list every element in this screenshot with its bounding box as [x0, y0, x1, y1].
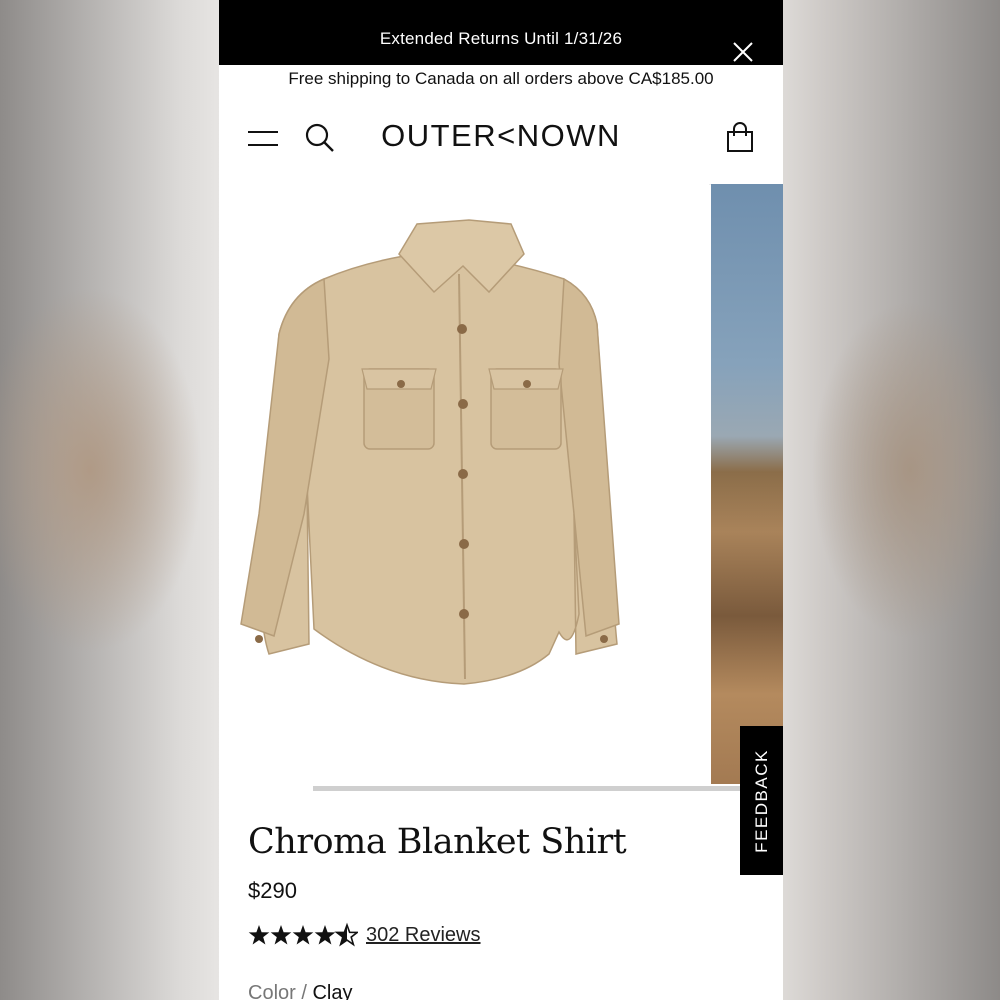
promo-text: Extended Returns Until 1/31/26 [379, 29, 623, 48]
color-selector: Color / Clay [248, 982, 352, 1000]
lifestyle-image[interactable] [711, 184, 783, 784]
search-icon[interactable] [304, 122, 336, 154]
color-label: Color / [248, 982, 307, 1000]
feedback-button[interactable]: FEEDBACK [740, 726, 783, 875]
promo-banner: Extended Returns Until 1/31/26 [219, 0, 783, 65]
feedback-label: FEEDBACK [751, 748, 771, 853]
menu-icon[interactable] [247, 127, 279, 151]
brand-logo[interactable]: OUTER<NOWN [369, 118, 633, 154]
close-icon[interactable] [731, 40, 755, 64]
product-title: Chroma Blanket Shirt [248, 822, 627, 862]
phone-screen: Extended Returns Until 1/31/26 Free ship… [219, 0, 783, 1000]
product-image[interactable] [219, 184, 709, 784]
gallery-scrollbar[interactable] [313, 786, 741, 791]
shipping-notice: Free shipping to Canada on all orders ab… [288, 69, 714, 88]
product-gallery[interactable] [219, 184, 783, 784]
star-icon [248, 925, 270, 945]
reviews-link[interactable]: 302 Reviews [366, 924, 481, 947]
bag-icon[interactable] [724, 122, 756, 154]
color-value: Clay [312, 982, 353, 1000]
product-price: $290 [248, 878, 297, 903]
star-icon [270, 925, 292, 945]
star-icon [292, 925, 314, 945]
gallery-scrollbar-thumb[interactable] [313, 786, 741, 791]
site-header: OUTER<NOWN [219, 100, 783, 185]
star-icon [314, 925, 336, 945]
star-rating[interactable] [248, 922, 358, 948]
star-icon [335, 924, 358, 946]
